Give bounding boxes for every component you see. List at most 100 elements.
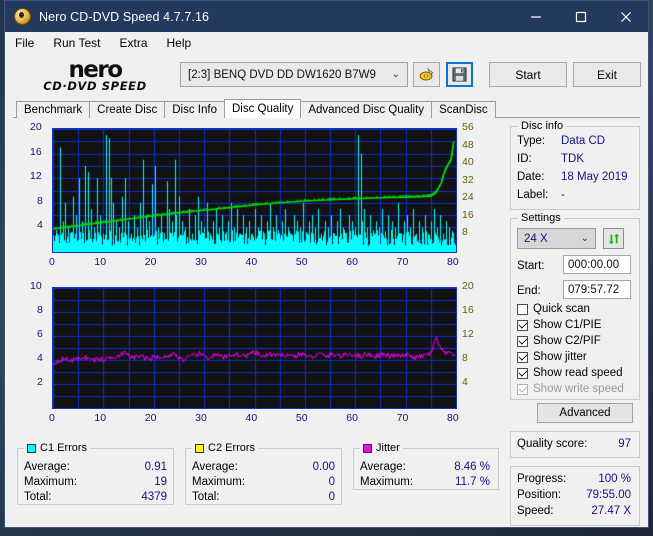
c1-error-chart: 4 8 12 16 20 8 16 24 32 40 48 56 0 10 20 30 40 50 60 70 80 [15, 122, 500, 277]
axis-tick-label: 20 [462, 280, 474, 292]
axis-tick-label: 4 [37, 352, 43, 364]
disc-date-label: Date: [517, 171, 545, 183]
c2-total-value: 0 [329, 491, 335, 503]
axis-tick-label: 40 [462, 156, 474, 168]
checkbox-show-jitter[interactable]: Show jitter [517, 351, 587, 363]
progress-value: 100 % [598, 473, 631, 485]
checkbox-box [517, 320, 528, 331]
axis-tick-label: 30 [195, 412, 207, 424]
c1-maximum-value: 19 [154, 476, 167, 488]
title-bar: Nero CD-DVD Speed 4.7.7.16 [5, 1, 648, 32]
exit-button[interactable]: Exit [573, 62, 641, 87]
disc-date-value: 18 May 2019 [561, 171, 628, 183]
end-field[interactable]: 079:57.72 [563, 280, 631, 299]
advanced-button[interactable]: Advanced [537, 403, 633, 423]
speed-select[interactable]: 24 X ⌄ [517, 228, 596, 249]
drive-select-value: [2:3] BENQ DVD DD DW1620 B7W9 [188, 69, 376, 81]
c1-plot-canvas [53, 129, 456, 252]
c1-total-value: 4379 [141, 491, 167, 503]
disc-type-label: Type: [517, 135, 545, 147]
axis-tick-label: 16 [462, 209, 474, 221]
c2-total-label: Total: [192, 491, 220, 503]
checkbox-quick-scan[interactable]: Quick scan [517, 303, 590, 315]
disc-quality-panel: 4 8 12 16 20 8 16 24 32 40 48 56 0 10 20 30 40 50 60 70 80 2… [5, 118, 648, 527]
c1-total-label: Total: [24, 491, 52, 503]
settings-title: Settings [518, 212, 564, 224]
c2-color-swatch [195, 444, 204, 453]
jitter-chart: 2 4 6 8 10 4 8 12 16 20 0 10 20 30 40 50 60 70 80 [15, 281, 500, 433]
axis-tick-label: 40 [246, 412, 258, 424]
c2-maximum-value: 0 [329, 476, 335, 488]
axis-tick-label: 50 [296, 412, 308, 424]
jitter-label: Jitter [376, 442, 400, 454]
logo-nero-text: nero [21, 60, 169, 80]
axis-tick-label: 70 [397, 256, 409, 268]
c1-errors-title: C1 Errors [24, 442, 90, 454]
minimize-button[interactable] [513, 1, 558, 32]
disc-info-title: Disc info [518, 120, 566, 132]
axis-tick-label: 80 [447, 256, 459, 268]
tab-benchmark[interactable]: Benchmark [16, 101, 90, 118]
checkbox-show-c2-pif[interactable]: Show C2/PIF [517, 335, 601, 347]
disc-id-value: TDK [561, 153, 584, 165]
axis-tick-label: 0 [49, 412, 55, 424]
jitter-average-label: Average: [360, 461, 406, 473]
maximize-button[interactable] [558, 1, 603, 32]
axis-tick-label: 10 [94, 412, 106, 424]
jitter-plot-canvas [53, 288, 456, 408]
menu-file[interactable]: File [15, 36, 34, 50]
menu-run-test[interactable]: Run Test [53, 36, 100, 50]
nero-logo: nero CD·DVD SPEED [21, 60, 169, 93]
c2-errors-stats: C2 Errors Average: 0.00 Maximum: 0 Total… [185, 448, 342, 505]
axis-tick-label: 50 [296, 256, 308, 268]
checkbox-show-c1-pie[interactable]: Show C1/PIE [517, 319, 601, 331]
disc-type-value: Data CD [561, 135, 605, 147]
checkbox-show-read-speed[interactable]: Show read speed [517, 367, 623, 379]
c2-errors-label: C2 Errors [208, 442, 255, 454]
close-button[interactable] [603, 1, 648, 32]
disc-eject-button[interactable] [413, 62, 440, 87]
tab-scandisc[interactable]: ScanDisc [431, 101, 496, 118]
tab-create-disc[interactable]: Create Disc [89, 101, 165, 118]
jitter-plot-area [52, 287, 457, 409]
refresh-speed-button[interactable] [603, 228, 624, 249]
axis-tick-label: 32 [462, 174, 474, 186]
jitter-maximum-label: Maximum: [360, 476, 413, 488]
start-button[interactable]: Start [489, 62, 567, 87]
start-field[interactable]: 000:00.00 [563, 255, 631, 274]
axis-tick-label: 16 [30, 146, 42, 158]
jitter-color-swatch [363, 444, 372, 453]
jitter-title: Jitter [360, 442, 403, 454]
c2-errors-title: C2 Errors [192, 442, 258, 454]
checkbox-show-write-speed: Show write speed [517, 383, 624, 395]
axis-tick-label: 40 [246, 256, 258, 268]
checkbox-label: Show write speed [533, 383, 624, 395]
checkbox-box [517, 368, 528, 379]
end-label: End: [517, 285, 541, 297]
menu-help[interactable]: Help [167, 36, 192, 50]
c1-maximum-label: Maximum: [24, 476, 77, 488]
axis-tick-label: 10 [94, 256, 106, 268]
tab-advanced-disc-quality[interactable]: Advanced Disc Quality [300, 101, 432, 118]
menu-extra[interactable]: Extra [119, 36, 147, 50]
axis-tick-label: 12 [462, 328, 474, 340]
logo-subtitle-text: CD·DVD SPEED [21, 80, 169, 93]
axis-tick-label: 6 [37, 328, 43, 340]
speed-value: 27.47 X [591, 505, 631, 517]
drive-select[interactable]: [2:3] BENQ DVD DD DW1620 B7W9 ⌄ [180, 62, 408, 87]
c2-maximum-label: Maximum: [192, 476, 245, 488]
tab-disc-quality[interactable]: Disc Quality [224, 99, 301, 118]
save-button[interactable] [446, 62, 473, 87]
chevron-down-icon: ⌄ [581, 233, 589, 244]
tab-disc-info[interactable]: Disc Info [164, 101, 225, 118]
speed-select-value: 24 X [524, 233, 548, 245]
axis-tick-label: 20 [30, 121, 42, 133]
c1-errors-stats: C1 Errors Average: 0.91 Maximum: 19 Tota… [17, 448, 174, 505]
axis-tick-label: 80 [447, 412, 459, 424]
disc-id-label: ID: [517, 153, 532, 165]
axis-tick-label: 30 [195, 256, 207, 268]
start-label: Start: [517, 260, 544, 272]
toolbar: nero CD·DVD SPEED [2:3] BENQ DVD DD DW16… [5, 53, 648, 99]
tab-bar: Benchmark Create Disc Disc Info Disc Qua… [5, 99, 648, 118]
axis-tick-label: 0 [49, 256, 55, 268]
